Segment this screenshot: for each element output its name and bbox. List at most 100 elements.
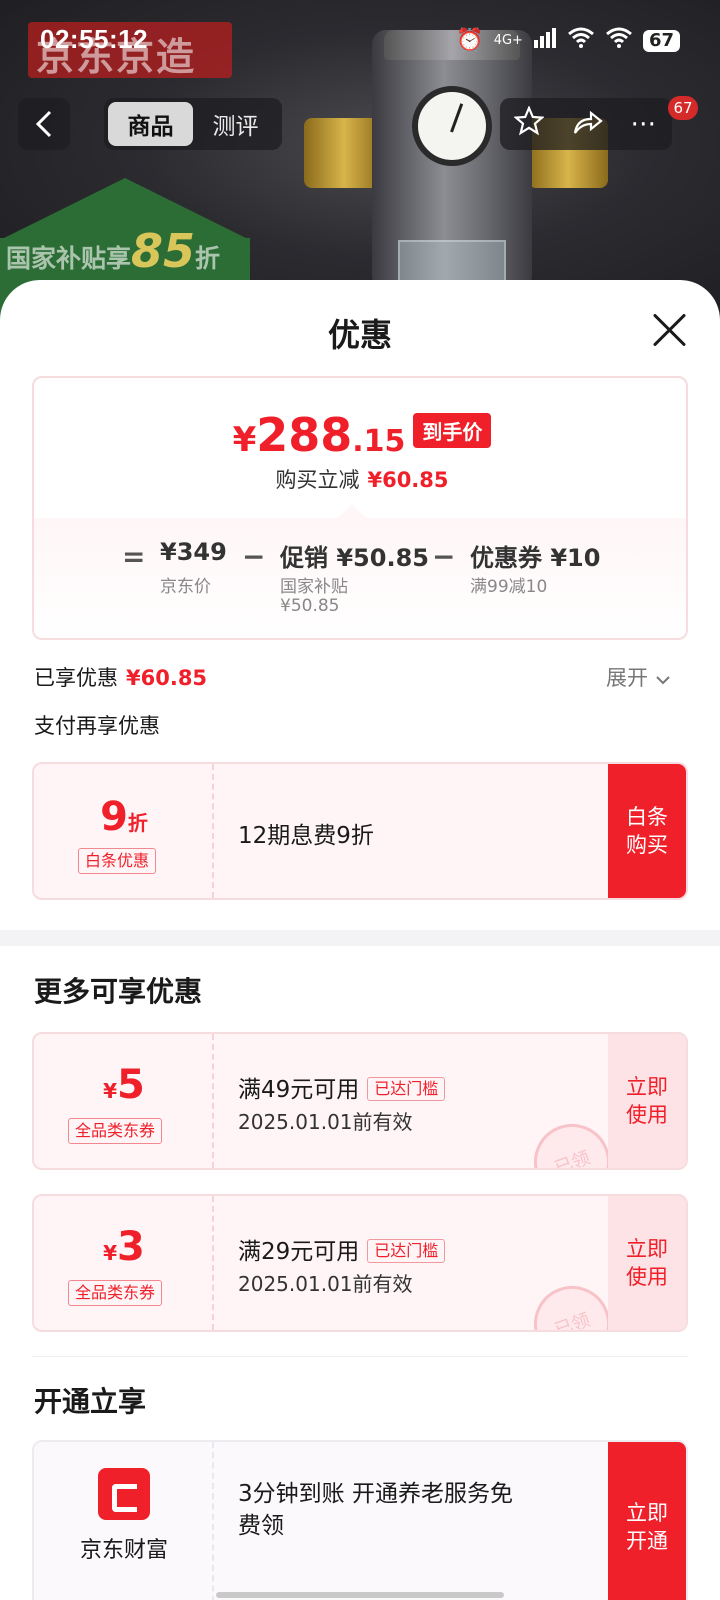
cta-line-2: 购买	[626, 833, 668, 857]
cta-line-1: 立即	[626, 1075, 668, 1099]
claimed-stamp: 已领	[523, 1113, 621, 1168]
coupon-left-panel: ¥3 全品类东券	[34, 1196, 214, 1330]
price-decimal: .15	[352, 424, 406, 459]
enjoyed-label: 已享优惠	[34, 666, 118, 690]
open-now-button[interactable]: 立即 开通	[608, 1442, 686, 1600]
jd-price-label: 京东价	[160, 577, 211, 597]
share-icon[interactable]	[571, 107, 603, 142]
subsidy-prefix: 国家补贴享	[6, 244, 132, 273]
coupon-condition-text: 满49元可用	[238, 1077, 360, 1103]
cta-line-2: 使用	[626, 1103, 668, 1127]
coupon-card: ¥5 全品类东券 满49元可用 已达门槛 2025.01.01前有效 已领 立即使…	[32, 1032, 688, 1170]
coupon-validity: 2025.01.01前有效	[238, 1110, 413, 1134]
offer-value-number: 9	[100, 794, 128, 840]
status-bar: 02:55:12 ⏰ 4G+ 67	[0, 0, 720, 80]
baitiao-buy-button[interactable]: 白条 购买	[608, 764, 686, 898]
expand-button[interactable]: 展开	[606, 662, 671, 692]
section-separator	[32, 1356, 688, 1357]
claimed-stamp: 已领	[523, 1275, 621, 1330]
coupon-label: 满99减10	[470, 577, 548, 597]
expand-label: 展开	[606, 666, 648, 690]
use-now-button[interactable]: 立即 使用	[608, 1034, 686, 1168]
tab-review[interactable]: 测评	[193, 102, 278, 146]
battery-indicator: 67	[642, 29, 680, 52]
chevron-down-icon	[655, 676, 670, 685]
promo-label: 国家补贴	[280, 577, 348, 597]
promo-amount: ¥50.85	[280, 596, 340, 616]
purchase-reduction: 购买立减 ¥60.85	[34, 464, 686, 494]
final-price: ¥288.15 到手价	[34, 408, 686, 462]
jd-wealth-desc: 3分钟到账 开通养老服务免 费领	[238, 1478, 513, 1542]
coupon-condition: 满29元可用 已达门槛	[238, 1232, 446, 1266]
price-breakdown: = ¥349 京东价 − 促销 ¥50.85 国家补贴 ¥50.85 − 优惠券…	[34, 518, 686, 638]
jd-wealth-left-panel: 京东财富	[34, 1442, 214, 1600]
coupon-value: ¥3	[34, 1224, 214, 1270]
coupon-value: ¥5	[34, 1062, 214, 1108]
final-price-tag: 到手价	[413, 413, 492, 448]
more-icon[interactable]: ⋯	[630, 109, 658, 139]
enjoyed-discount: 已享优惠 ¥60.85	[34, 662, 207, 692]
wifi-icon-secondary	[605, 26, 633, 55]
status-time: 02:55:12	[40, 24, 149, 54]
more-offers-title: 更多可享优惠	[34, 975, 203, 1008]
alarm-icon: ⏰	[456, 27, 484, 53]
cta-line-2: 使用	[626, 1265, 668, 1289]
coupon-unit: ¥	[103, 1241, 118, 1265]
threshold-badge: 已达门槛	[367, 1239, 446, 1263]
back-button[interactable]	[18, 98, 70, 150]
notification-badge: 67	[668, 96, 698, 120]
jd-wealth-logo-icon	[98, 1468, 150, 1520]
minus-sign: −	[432, 540, 456, 573]
open-enjoy-title: 开通立享	[34, 1385, 147, 1418]
section-divider	[0, 930, 720, 946]
cta-line-1: 立即	[626, 1237, 668, 1261]
coupon-amount: 3	[117, 1224, 145, 1270]
jd-wealth-offer-card: 京东财富 3分钟到账 开通养老服务免 费领 立即开通	[32, 1440, 688, 1600]
coupon-amount: 5	[117, 1062, 145, 1108]
offer-value-unit: 折	[127, 811, 148, 835]
subsidy-suffix: 折	[195, 244, 221, 273]
offer-left-panel: 9折 白条优惠	[34, 764, 214, 898]
pressure-gauge-graphic	[412, 86, 492, 166]
coupon-unit: ¥	[103, 1079, 118, 1103]
content-tabs: 商品 测评	[104, 98, 282, 150]
reduction-amount: ¥60.85	[367, 468, 449, 492]
final-price-card: ¥288.15 到手价 购买立减 ¥60.85 = ¥349 京东价 − 促销 ¥5…	[32, 376, 688, 640]
offer-tag: 白条优惠	[78, 848, 157, 874]
jd-wealth-brand: 京东财富	[79, 1538, 168, 1563]
offer-value: 9折	[34, 794, 214, 840]
subsidy-banner: 国家补贴享85折	[6, 224, 220, 278]
reduction-label: 购买立减	[275, 468, 360, 492]
price-currency: ¥	[232, 420, 257, 460]
coupon-condition: 满49元可用 已达门槛	[238, 1070, 446, 1104]
home-indicator[interactable]	[216, 1592, 504, 1598]
coupon-tag: 全品类东券	[68, 1118, 163, 1144]
coupon-left-panel: ¥5 全品类东券	[34, 1034, 214, 1168]
signal-icon	[533, 26, 557, 55]
minus-sign: −	[242, 540, 266, 573]
top-actions: ⋯	[500, 98, 672, 150]
baitiao-offer-card: 9折 白条优惠 12期息费9折 白条购买	[32, 762, 688, 900]
tab-product[interactable]: 商品	[108, 102, 193, 146]
pay-more-label: 支付再享优惠	[34, 714, 160, 738]
equals-sign: =	[122, 540, 146, 573]
subsidy-number: 85	[131, 224, 196, 278]
cta-line-1: 白条	[626, 805, 668, 829]
jd-price-value: ¥349	[160, 538, 227, 566]
wifi-icon	[567, 26, 595, 55]
close-icon[interactable]	[648, 308, 692, 352]
price-integer: 288	[256, 408, 353, 462]
cta-line-1: 立即	[626, 1501, 668, 1525]
desc-line-1: 3分钟到账 开通养老服务免	[238, 1481, 513, 1507]
coupon-validity: 2025.01.01前有效	[238, 1272, 413, 1296]
favorite-star-icon[interactable]	[512, 104, 545, 143]
coupon-tag: 全品类东券	[68, 1280, 163, 1306]
threshold-badge: 已达门槛	[367, 1077, 446, 1101]
sheet-title: 优惠	[327, 316, 392, 354]
network-label: 4G+	[493, 32, 523, 48]
use-now-button[interactable]: 立即 使用	[608, 1196, 686, 1330]
cta-line-2: 开通	[626, 1529, 668, 1553]
discount-sheet: 优惠 ¥288.15 到手价 购买立减 ¥60.85 = ¥349 京东价 − 促销…	[0, 280, 720, 1600]
chevron-left-icon	[35, 110, 52, 138]
offer-desc: 12期息费9折	[238, 823, 374, 849]
